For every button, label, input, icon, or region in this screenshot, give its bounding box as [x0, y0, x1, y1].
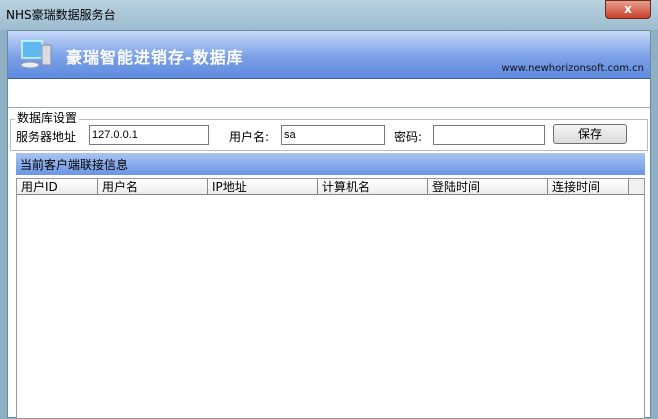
column-username[interactable]: 用户名	[98, 179, 208, 194]
column-login-time[interactable]: 登陆时间	[428, 179, 548, 194]
website-url: www.newhorizonsoft.com.cn	[501, 63, 644, 74]
group-label: 数据库设置	[15, 109, 80, 126]
computer-icon	[20, 40, 52, 69]
server-label: 服务器地址	[16, 130, 77, 144]
clients-section-title: 当前客户端联接信息	[16, 153, 645, 175]
toolbar-area	[8, 79, 650, 108]
column-user-id[interactable]: 用户ID	[17, 179, 98, 194]
banner: 豪瑞智能进销存-数据库 www.newhorizonsoft.com.cn	[8, 31, 650, 79]
save-button[interactable]: 保存	[553, 124, 627, 144]
close-button[interactable]: x	[605, 0, 651, 19]
password-label: 密码:	[394, 130, 423, 144]
username-label: 用户名:	[229, 130, 270, 144]
clients-table[interactable]: 用户ID 用户名 IP地址 计算机名 登陆时间 连接时间	[16, 178, 645, 419]
column-ip[interactable]: IP地址	[208, 179, 318, 194]
password-input[interactable]	[433, 125, 545, 145]
window-title: NHS豪瑞数据服务台	[6, 8, 116, 22]
column-connect-time[interactable]: 连接时间	[548, 179, 629, 194]
window-client: 豪瑞智能进销存-数据库 www.newhorizonsoft.com.cn 数据…	[7, 30, 651, 419]
column-computer-name[interactable]: 计算机名	[318, 179, 428, 194]
table-header: 用户ID 用户名 IP地址 计算机名 登陆时间 连接时间	[17, 179, 644, 195]
server-input[interactable]	[89, 125, 209, 145]
title-bar: NHS豪瑞数据服务台 x	[0, 0, 658, 30]
username-input[interactable]	[281, 125, 385, 145]
banner-title: 豪瑞智能进销存-数据库	[66, 48, 244, 67]
